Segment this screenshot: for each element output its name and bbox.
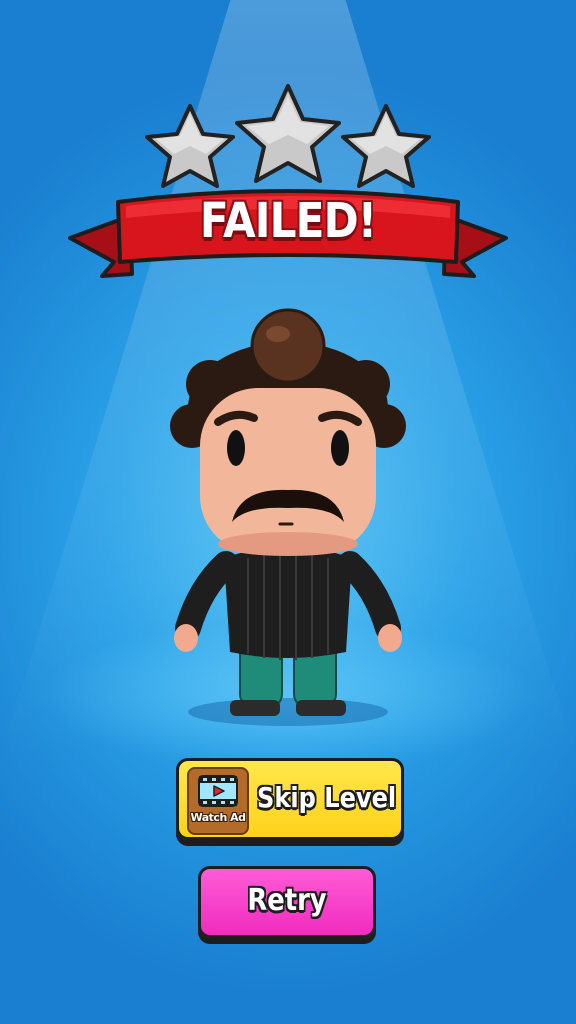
- retry-label: Retry: [247, 883, 327, 918]
- star-icon-left: [145, 104, 235, 188]
- retry-button[interactable]: Retry: [198, 866, 376, 938]
- star-icon-center: [235, 84, 341, 183]
- watch-ad-badge: Watch Ad: [187, 767, 249, 835]
- skip-level-button[interactable]: Watch Ad Skip Level: [176, 758, 404, 840]
- result-title: FAILED!: [199, 193, 377, 249]
- star-icon-right: [341, 104, 431, 188]
- stars-row: [145, 84, 431, 188]
- character-avatar: [170, 308, 406, 726]
- watch-ad-label: Watch Ad: [190, 811, 247, 824]
- video-ad-icon: [198, 775, 238, 807]
- skip-level-label: Skip Level: [257, 781, 397, 814]
